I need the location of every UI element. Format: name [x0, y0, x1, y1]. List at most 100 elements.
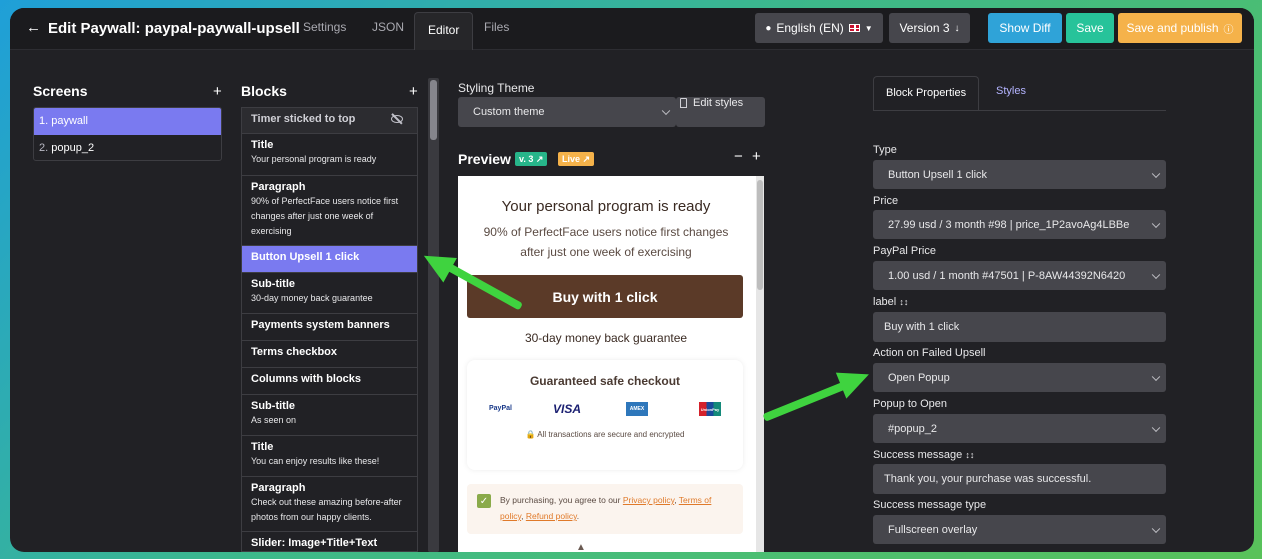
page-title: Edit Paywall: paypal-paywall-upsell [48, 20, 300, 37]
type-label: Type [873, 144, 897, 156]
type-select[interactable]: Button Upsell 1 click [873, 160, 1166, 189]
block-subtitle: Your personal program is ready [251, 154, 377, 164]
secure-note-text: All transactions are secure and encrypte… [537, 430, 685, 439]
version-badge[interactable]: v. 3 ↗ [515, 152, 548, 166]
block-title: Paragraph [251, 181, 306, 193]
language-label: English (EN) [776, 21, 844, 35]
edit-styles-label-group[interactable]: Edit styles [680, 97, 743, 109]
save-button[interactable]: Save [1066, 13, 1114, 43]
privacy-policy-link[interactable]: Privacy policy [623, 495, 674, 505]
refund-policy-link[interactable]: Refund policy [526, 511, 577, 521]
tab-json[interactable]: JSON [372, 20, 404, 34]
block-title: Paragraph [251, 482, 306, 494]
price-value: 27.99 usd / 3 month #98 | price_1P2avoAg… [888, 218, 1130, 231]
terms-prefix: By purchasing, you agree to our [500, 495, 621, 505]
block-title: Sub-title [251, 278, 295, 290]
secure-note: 🔒 All transactions are secure and encryp… [467, 430, 743, 439]
terms-text: By purchasing, you agree to our Privacy … [500, 495, 712, 521]
popup-to-open-label: Popup to Open [873, 398, 948, 410]
block-item[interactable]: Title Your personal program is ready [242, 134, 417, 176]
chevron-down-icon [1151, 524, 1161, 533]
add-block-plus-icon[interactable]: + [409, 83, 418, 100]
annotation-arrow-head [835, 361, 875, 399]
show-diff-button[interactable]: Show Diff [988, 13, 1062, 43]
terms-checkbox-block: ✓ By purchasing, you agree to our Privac… [467, 484, 743, 534]
block-subtitle: You can enjoy results like these! [251, 456, 380, 466]
zoom-out-icon[interactable]: − [734, 148, 743, 165]
block-subtitle: 90% of PerfectFace users notice first ch… [251, 196, 399, 236]
success-type-select[interactable]: Fullscreen overlay [873, 515, 1166, 544]
globe-icon: ● [765, 22, 772, 34]
preview-paragraph: 90% of PerfectFace users notice first ch… [483, 225, 729, 259]
language-select[interactable]: ● English (EN) ▼ [755, 13, 883, 43]
translate-icon: ↕↕ [899, 297, 909, 307]
success-message-label: Success message ↕↕ [873, 449, 974, 461]
action-failed-value: Open Popup [888, 371, 950, 384]
block-subtitle: As seen on [251, 415, 297, 425]
label-field-label: label ↕↕ [873, 296, 908, 308]
block-title: Title [251, 139, 274, 151]
label-field-label-text: label [873, 296, 897, 308]
block-subtitle: 30-day money back guarantee [251, 293, 373, 303]
tab-block-properties[interactable]: Block Properties [873, 76, 980, 111]
block-title: Button Upsell 1 click [251, 251, 360, 263]
preview-scrollbar-thumb[interactable] [757, 180, 763, 290]
styling-theme-value: Custom theme [473, 106, 545, 118]
preview-scrollbar[interactable] [756, 176, 764, 552]
top-bar: ← Edit Paywall: paypal-paywall-upsell Se… [10, 8, 1254, 50]
block-item[interactable]: Title You can enjoy results like these! [242, 436, 417, 477]
preview-title: Your personal program is ready [501, 198, 711, 215]
add-screen-plus-icon[interactable]: + [213, 83, 222, 100]
chevron-down-icon [661, 106, 671, 116]
action-failed-select[interactable]: Open Popup [873, 363, 1166, 392]
tab-files[interactable]: Files [484, 20, 509, 34]
screen-item-popup-2[interactable]: 2. popup_2 [34, 135, 221, 160]
visa-logo: VISA [553, 402, 582, 416]
block-title: Timer sticked to top [251, 113, 356, 125]
block-item[interactable]: Paragraph Check out these amazing before-… [242, 477, 417, 532]
tab-settings[interactable]: Settings [303, 20, 346, 34]
paypal-price-value: 1.00 usd / 1 month #47501 | P-8AW44392N6… [888, 269, 1126, 282]
blocks-scrollbar[interactable] [428, 78, 439, 552]
block-item[interactable]: Sub-title 30-day money back guarantee [242, 273, 417, 314]
block-item[interactable]: Payments system banners [242, 314, 417, 341]
tab-editor[interactable]: Editor [414, 12, 474, 50]
safe-checkout-title: Guaranteed safe checkout [529, 374, 681, 388]
success-message-input[interactable]: Thank you, your purchase was successful. [873, 464, 1166, 494]
chevron-up-icon[interactable]: ▲ [576, 542, 586, 552]
back-arrow-icon[interactable]: ← [26, 19, 41, 36]
popup-to-open-select[interactable]: #popup_2 [873, 414, 1166, 443]
block-item-selected[interactable]: Button Upsell 1 click [242, 246, 417, 273]
block-item[interactable]: Timer sticked to top [242, 108, 417, 134]
block-subtitle: Check out these amazing before-after pho… [251, 497, 402, 522]
brush-icon [680, 98, 687, 108]
block-item[interactable]: Slider: Image+Title+Text [242, 532, 417, 551]
success-type-label: Success message type [873, 499, 987, 511]
price-label: Price [873, 195, 899, 207]
label-input[interactable]: Buy with 1 click [873, 312, 1166, 342]
terms-checkbox[interactable]: ✓ [477, 494, 491, 508]
screen-item-paywall[interactable]: 1. paywall [34, 108, 221, 135]
block-title: Sub-title [251, 400, 295, 412]
block-item[interactable]: Sub-title As seen on [242, 395, 417, 436]
price-select[interactable]: 27.99 usd / 3 month #98 | price_1P2avoAg… [873, 210, 1166, 239]
action-failed-label: Action on Failed Upsell [873, 347, 986, 359]
live-badge[interactable]: Live ↗ [558, 152, 595, 166]
amex-logo: AMEX [626, 402, 648, 416]
scrollbar-thumb[interactable] [430, 80, 437, 140]
tab-styles[interactable]: Styles [996, 85, 1026, 97]
unionpay-logo: UnionPay [699, 402, 721, 416]
uk-flag-icon [848, 24, 860, 32]
block-item[interactable]: Columns with blocks [242, 368, 417, 395]
styling-theme-select[interactable]: Custom theme [458, 97, 676, 127]
safe-checkout-card: Guaranteed safe checkout PayPal VISA AME… [467, 360, 743, 470]
paypal-price-select[interactable]: 1.00 usd / 1 month #47501 | P-8AW44392N6… [873, 261, 1166, 290]
block-item[interactable]: Terms checkbox [242, 341, 417, 368]
save-and-publish-button[interactable]: Save and publish ⓘ [1118, 13, 1242, 43]
external-link-icon: ↗ [582, 153, 591, 164]
success-message-label-text: Success message [873, 449, 963, 461]
eye-off-icon[interactable] [391, 115, 403, 123]
zoom-in-icon[interactable]: + [752, 148, 761, 165]
block-item[interactable]: Paragraph 90% of PerfectFace users notice… [242, 176, 417, 246]
version-select[interactable]: Version 3 ↓ [889, 13, 970, 43]
